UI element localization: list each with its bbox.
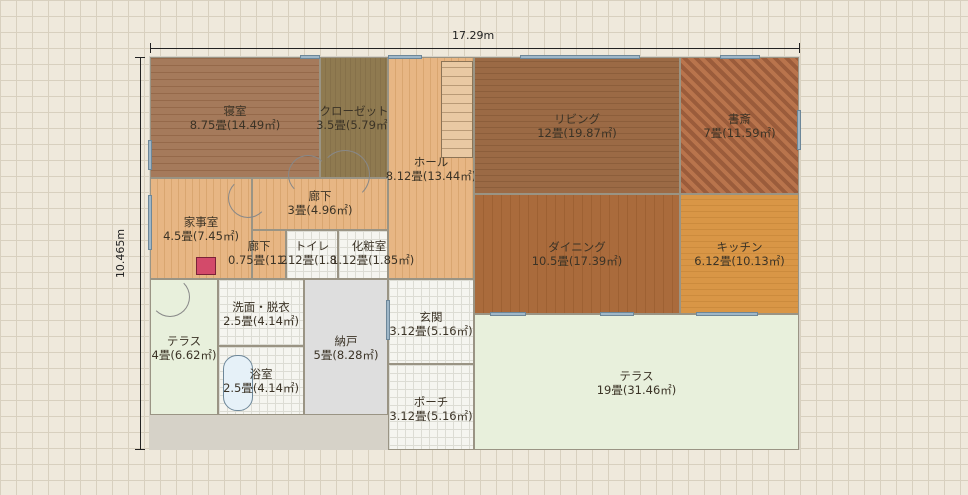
room-name: ダイニング <box>548 240 606 254</box>
room-genkan[interactable]: 玄関 3.12畳(5.16㎡) <box>388 279 474 364</box>
room-area: 3畳(4.96㎡) <box>287 203 353 217</box>
window <box>148 195 152 250</box>
room-name: 寝室 <box>223 104 247 118</box>
height-dimension-label: 10.465m <box>114 228 128 279</box>
window <box>300 55 320 59</box>
room-name: テラス <box>619 369 654 383</box>
room-name: ポーチ <box>413 395 449 409</box>
room-area: 3.12畳(5.16㎡) <box>389 409 473 423</box>
room-name: 玄関 <box>419 310 443 324</box>
room-name: 納戸 <box>334 334 358 348</box>
room-name: テラス <box>166 334 202 348</box>
room-name: キッチン <box>716 240 763 254</box>
room-keshoshitsu[interactable]: 化粧室 1.12畳(1.85㎡) <box>331 230 414 279</box>
room-name: 化粧室 <box>351 239 387 253</box>
window <box>386 300 390 340</box>
room-porch[interactable]: ポーチ 3.12畳(5.16㎡) <box>388 364 474 450</box>
room-area: 3.12畳(5.16㎡) <box>389 324 473 338</box>
door-swing <box>228 178 268 218</box>
width-dimension-line <box>150 48 800 49</box>
room-area: 5畳(8.28㎡) <box>313 348 379 362</box>
window <box>696 312 758 316</box>
room-nando[interactable]: 納戸 5畳(8.28㎡) <box>304 279 388 415</box>
room-area: 19畳(31.46㎡) <box>596 383 677 397</box>
door-swing <box>150 277 190 317</box>
width-dimension-tick-right <box>799 43 800 53</box>
room-name: ホール <box>413 155 449 169</box>
room-area: 2.5畳(4.14㎡) <box>223 381 299 395</box>
room-area: 4畳(6.62㎡) <box>151 348 217 362</box>
room-area: 6.12畳(10.13㎡) <box>694 254 785 268</box>
window <box>600 312 634 316</box>
room-kitchen[interactable]: キッチン 6.12畳(10.13㎡) <box>680 194 799 314</box>
room-terrace-main[interactable]: テラス 19畳(31.46㎡) <box>474 314 799 450</box>
door-swing <box>320 150 370 200</box>
width-dimension-label: 17.29m <box>452 29 495 42</box>
room-senmen[interactable]: 洗面・脱衣 2.5畳(4.14㎡) <box>218 279 304 346</box>
room-area: 8.75畳(14.49㎡) <box>189 118 281 132</box>
room-name: 家事室 <box>183 215 219 229</box>
washing-machine-icon <box>196 257 216 275</box>
height-dimension-tick-bottom <box>135 449 145 450</box>
room-area: 10.5畳(17.39㎡) <box>531 254 623 268</box>
room-name: 洗面・脱衣 <box>232 300 290 314</box>
room-name: 廊下 <box>308 189 332 203</box>
room-area: 1.12畳(1.85㎡) <box>331 253 415 267</box>
room-area: 7畳(11.59㎡) <box>703 126 776 140</box>
staircase <box>441 61 473 158</box>
room-dining[interactable]: ダイニング 10.5畳(17.39㎡) <box>474 194 680 314</box>
floor-plan: 17.29m 10.465m 寝室 8.75畳(14.49㎡) クローゼット 3… <box>0 0 968 495</box>
room-yokushitsu[interactable]: 浴室 2.5畳(4.14㎡) <box>218 346 304 415</box>
width-dimension-tick-left <box>150 43 151 53</box>
room-area: 8.12畳(13.44㎡) <box>385 169 477 183</box>
height-dimension-line <box>140 57 141 450</box>
window <box>388 55 422 59</box>
window <box>797 110 801 150</box>
room-name: リビング <box>554 112 600 126</box>
room-living[interactable]: リビング 12畳(19.87㎡) <box>474 57 680 194</box>
window <box>490 312 526 316</box>
room-name: 書斎 <box>728 112 751 126</box>
height-dimension-tick-top <box>135 57 145 58</box>
room-area: 2.5畳(4.14㎡) <box>223 314 299 328</box>
room-area: 12畳(19.87㎡) <box>537 126 617 140</box>
room-name: 浴室 <box>249 367 273 381</box>
window <box>720 55 760 59</box>
window <box>148 140 152 170</box>
room-shosai[interactable]: 書斎 7畳(11.59㎡) <box>680 57 799 194</box>
window <box>520 55 640 59</box>
